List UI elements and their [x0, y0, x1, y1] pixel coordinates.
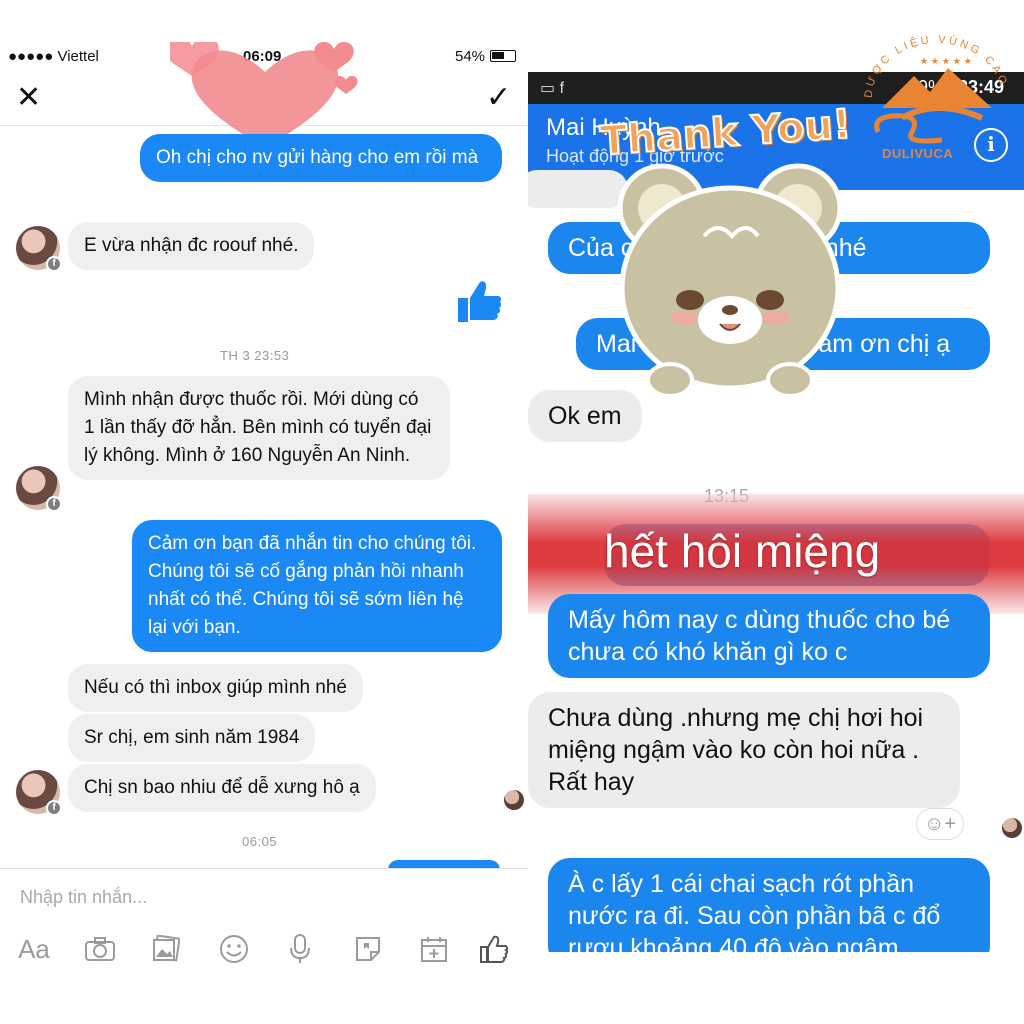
- avatar[interactable]: f: [16, 770, 62, 816]
- banner-caption: hết hôi miệng: [604, 525, 881, 577]
- sticker-icon[interactable]: [348, 929, 388, 969]
- message-bubble-incoming[interactable]: Chị sn bao nhiu để dễ xưng hô ạ: [68, 764, 376, 812]
- timestamp: 06:05: [242, 834, 278, 849]
- checkmark-icon[interactable]: ✓: [486, 80, 511, 115]
- android-messenger-screenshot: ▭ f 9% 23:49 Mai Huỳnh Hoạt động 1 giờ t…: [528, 72, 1024, 952]
- like-button-icon[interactable]: [474, 929, 514, 969]
- close-icon[interactable]: ✕: [16, 80, 41, 115]
- thumbs-up-icon[interactable]: [456, 278, 502, 324]
- svg-text:★ ★ ★ ★ ★: ★ ★ ★ ★ ★: [920, 57, 972, 67]
- battery-icon: [490, 50, 516, 62]
- facebook-badge-icon: f: [46, 800, 62, 816]
- avatar[interactable]: f: [16, 466, 62, 512]
- message-bubble-outgoing[interactable]: Oh chị cho nv gửi hàng cho em rồi mà: [140, 134, 502, 182]
- message-bubble-outgoing[interactable]: Mấy hôm nay c dùng thuốc cho bé chưa có …: [548, 594, 990, 678]
- timestamp: TH 3 23:53: [220, 348, 290, 363]
- notification-icons: ▭ f: [540, 80, 565, 97]
- brand-name: DULIVUCA: [882, 146, 954, 161]
- carrier-label: ●●●●● Viettel: [8, 48, 99, 65]
- camera-icon[interactable]: [80, 929, 120, 969]
- compose-toolbar: Aa: [0, 929, 528, 973]
- message-bubble-incoming[interactable]: Nếu có thì inbox giúp mình nhé: [68, 664, 364, 712]
- avatar[interactable]: f: [16, 226, 62, 272]
- message-bubble-outgoing[interactable]: Cảm ơn bạn đã nhắn tin cho chúng tôi. Ch…: [132, 520, 502, 652]
- compose-area: Nhập tin nhắn... Aa: [0, 868, 528, 984]
- ios-messenger-screenshot: ●●●●● Viettel 06:09 54% ✕ ✓ Oh chị cho n…: [0, 42, 528, 984]
- calendar-icon[interactable]: [414, 929, 454, 969]
- message-bubble-outgoing[interactable]: À c lấy 1 cái chai sạch rót phần nước ra…: [548, 858, 990, 952]
- emoji-icon[interactable]: [214, 929, 254, 969]
- message-bubble-incoming[interactable]: Sr chị, em sinh năm 1984: [68, 714, 316, 762]
- message-bubble-incoming[interactable]: E vừa nhận đc roouf nhé.: [68, 222, 315, 270]
- facebook-badge-icon: f: [46, 496, 62, 512]
- facebook-badge-icon: f: [46, 256, 62, 272]
- text-format-icon[interactable]: Aa: [14, 929, 54, 969]
- seen-avatar: [1002, 818, 1022, 838]
- gallery-icon[interactable]: [146, 929, 186, 969]
- battery-percent: 54%: [455, 48, 486, 65]
- microphone-icon[interactable]: [280, 929, 320, 969]
- message-bubble-incoming[interactable]: Mình nhận được thuốc rồi. Mới dùng có 1 …: [68, 376, 450, 480]
- add-reaction-icon[interactable]: ☺+: [916, 808, 964, 840]
- brand-logo-icon: DƯỢC LIỆU VÙNG CAO ★ ★ ★ ★ ★: [863, 34, 1007, 144]
- message-bubble-incoming[interactable]: Chưa dùng .nhưng mẹ chị hơi hoi miệng ng…: [528, 692, 960, 808]
- message-input[interactable]: Nhập tin nhắn...: [20, 887, 147, 908]
- seen-avatar: [504, 790, 524, 810]
